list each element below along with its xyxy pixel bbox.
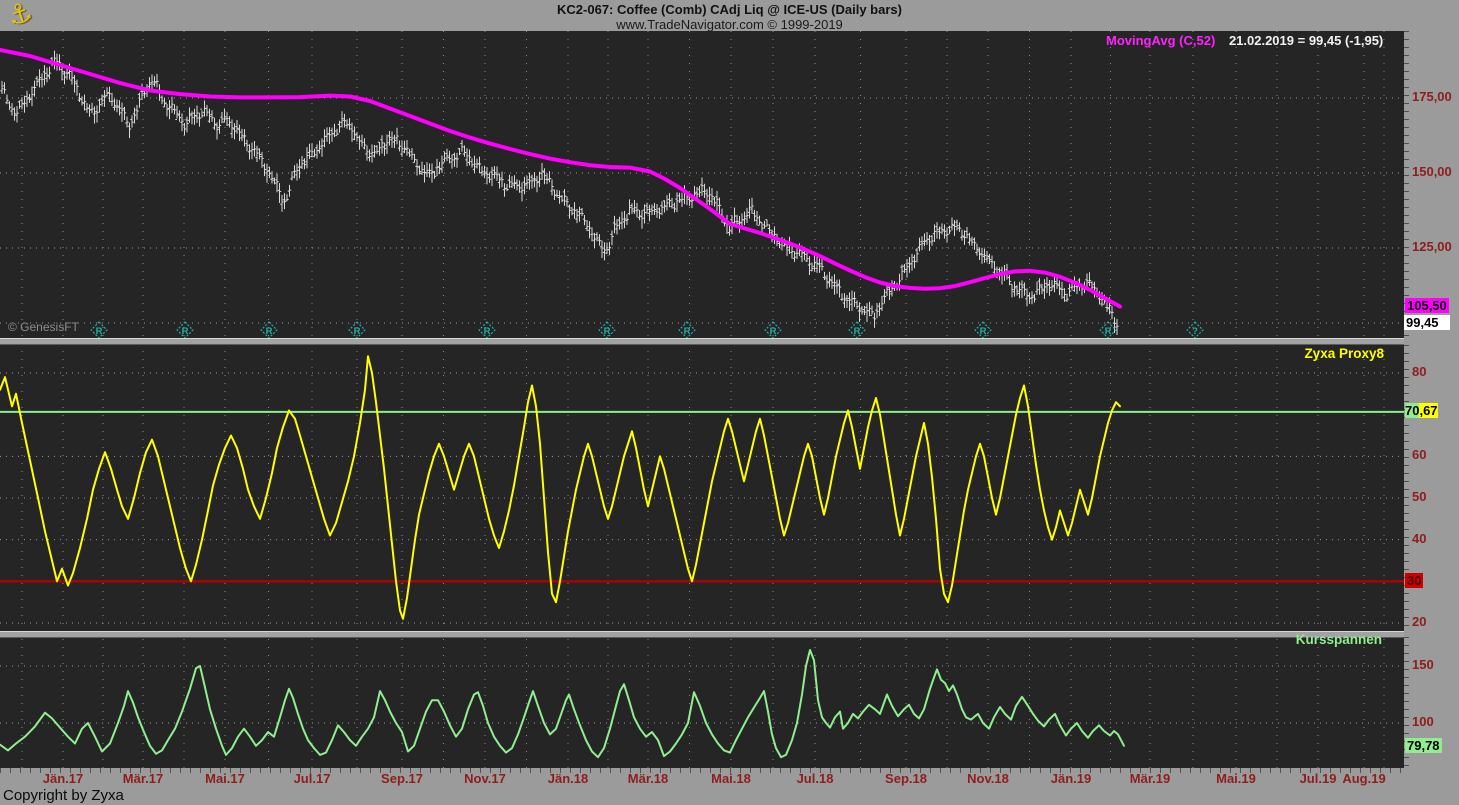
x-axis-label: Mär.19 — [1130, 771, 1170, 786]
copyright-text: Copyright by Zyxa — [3, 787, 124, 804]
kursspannen-panel-title: Kursspannen — [1296, 632, 1382, 647]
x-axis-label: Jän.17 — [43, 771, 83, 786]
x-axis-label: Nov.18 — [967, 771, 1009, 786]
svg-text:R: R — [182, 326, 189, 337]
x-axis-label: Mär.17 — [123, 771, 163, 786]
svg-text:R: R — [604, 326, 611, 337]
proxy-panel-title: Zyxa Proxy8 — [1304, 346, 1384, 361]
panel-divider-2[interactable] — [0, 631, 1404, 638]
x-axis-label: Sep.17 — [381, 771, 423, 786]
svg-text:R: R — [770, 326, 777, 337]
y-axis-label: 125,00 — [1412, 239, 1452, 254]
y-axis-label: 150 — [1412, 657, 1434, 672]
chart-title: KC2-067: Coffee (Comb) CAdj Liq @ ICE-US… — [0, 0, 1459, 17]
price-axis-ticks — [1404, 31, 1409, 338]
moving-avg-legend-label: MovingAvg (C,52) — [1106, 33, 1215, 48]
time-axis-bar[interactable]: Jän.17 Mär.17 Mai.17 Jul.17 Sep.17 Nov.17 Jän.… — [0, 768, 1459, 805]
x-axis-label: Mai.17 — [205, 771, 245, 786]
proxy-axis-ticks — [1404, 345, 1409, 631]
x-axis-label: Jän.18 — [548, 771, 588, 786]
overbought-badge-dec: ,67 — [1419, 403, 1437, 418]
y-axis-label: 60 — [1412, 447, 1426, 462]
last-price-badge: 99,45 — [1404, 315, 1450, 330]
x-axis-label: Mai.18 — [711, 771, 751, 786]
y-axis-label: 80 — [1412, 364, 1426, 379]
y-axis-label: 20 — [1412, 614, 1426, 629]
y-axis-label: 100 — [1412, 714, 1434, 729]
overbought-level-badge: 70,67 — [1405, 403, 1438, 418]
genesisft-watermark: © GenesisFT — [8, 320, 79, 334]
svg-text:R: R — [96, 326, 103, 337]
chart-header: KC2-067: Coffee (Comb) CAdj Liq @ ICE-US… — [0, 0, 1459, 31]
svg-text:R: R — [354, 326, 361, 337]
x-axis-label: Jul.19 — [1300, 771, 1337, 786]
overbought-badge-int: 70 — [1405, 403, 1419, 418]
svg-text:?: ? — [1192, 326, 1198, 337]
chart-subtitle: www.TradeNavigator.com © 1999-2019 — [0, 17, 1459, 32]
x-axis-label: Jän.19 — [1051, 771, 1091, 786]
x-axis-label: Sep.18 — [885, 771, 927, 786]
moving-avg-value-badge: 105,50 — [1405, 298, 1449, 313]
x-axis-label: Jul.17 — [294, 771, 331, 786]
x-axis-label: Jul.18 — [797, 771, 834, 786]
x-axis-label: Aug.19 — [1342, 771, 1385, 786]
oversold-level-badge: 30 — [1405, 573, 1423, 588]
x-axis-label: Nov.17 — [464, 771, 506, 786]
svg-text:R: R — [854, 326, 861, 337]
svg-text:R: R — [980, 326, 987, 337]
y-axis-label: 175,00 — [1412, 89, 1452, 104]
kursspannen-value-badge: 79,78 — [1405, 738, 1442, 753]
panel-divider-1[interactable] — [0, 338, 1404, 345]
y-axis-label: 50 — [1412, 489, 1426, 504]
y-axis-label: 40 — [1412, 531, 1426, 546]
x-axis-label: Mär.18 — [628, 771, 668, 786]
x-axis-label: Mai.19 — [1216, 771, 1256, 786]
svg-text:R: R — [266, 326, 273, 337]
svg-text:R: R — [1105, 326, 1112, 337]
indicator-legend: MovingAvg (C,52) 21.02.2019 = 99,45 (-1,… — [1106, 33, 1383, 48]
svg-text:R: R — [684, 326, 691, 337]
y-axis-label: 150,00 — [1412, 164, 1452, 179]
price-scale-margin[interactable]: 175,00150,00125,008060504020150100 100,0… — [1404, 0, 1459, 805]
svg-text:R: R — [484, 326, 491, 337]
last-value-readout: 21.02.2019 = 99,45 (-1,95) — [1229, 33, 1383, 48]
trade-navigator-window: R R R R R R R R R R R? MovingAvg (C,52) 21.02.2019… — [0, 0, 1459, 805]
